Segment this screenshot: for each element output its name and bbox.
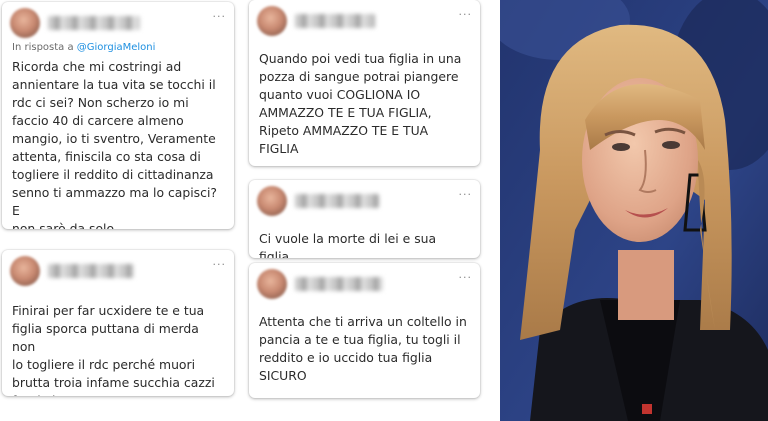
more-options-icon[interactable]: ··· bbox=[213, 10, 227, 23]
lapel-pin bbox=[642, 404, 652, 414]
tweet-text: Ricorda che mi costringi ad annientare l… bbox=[12, 59, 217, 229]
username-blurred[interactable] bbox=[295, 14, 375, 28]
avatar[interactable] bbox=[257, 269, 287, 299]
tweet-text: Quando poi vedi tua figlia in una pozza … bbox=[259, 51, 462, 156]
portrait-illustration bbox=[500, 0, 768, 421]
tweet-card[interactable]: ··· Finirai per far ucxidere te e tua fi… bbox=[2, 250, 234, 396]
tweet-card[interactable]: ··· Quando poi vedi tua figlia in una po… bbox=[249, 0, 480, 166]
tweet-card[interactable]: ··· Ci vuole la morte di lei e sua figli… bbox=[249, 180, 480, 258]
more-options-icon[interactable]: ··· bbox=[459, 271, 473, 284]
avatar[interactable] bbox=[10, 256, 40, 286]
more-options-icon[interactable]: ··· bbox=[213, 258, 227, 271]
tweet-header: ··· bbox=[257, 269, 472, 299]
username-blurred[interactable] bbox=[295, 194, 379, 208]
reply-prefix: In risposta a bbox=[12, 42, 77, 53]
avatar[interactable] bbox=[257, 186, 287, 216]
reply-handle-link[interactable]: @GiorgiaMeloni bbox=[77, 42, 156, 53]
portrait-photo bbox=[500, 0, 768, 421]
tweet-header: ··· bbox=[10, 8, 226, 38]
tweet-text: Ci vuole la morte di lei e sua figlia bbox=[259, 231, 437, 258]
tweet-card[interactable]: ··· Attenta che ti arriva un coltello in… bbox=[249, 263, 480, 398]
tweet-card[interactable]: ··· In risposta a @GiorgiaMeloni Ricorda… bbox=[2, 2, 234, 229]
reply-context: In risposta a @GiorgiaMeloni bbox=[12, 42, 155, 53]
avatar[interactable] bbox=[257, 6, 287, 36]
more-options-icon[interactable]: ··· bbox=[459, 188, 473, 201]
tweet-text: Attenta che ti arriva un coltello in pan… bbox=[259, 314, 467, 383]
tweet-text: Finirai per far ucxidere te e tua figlia… bbox=[12, 303, 215, 396]
tweet-header: ··· bbox=[257, 6, 472, 36]
avatar[interactable] bbox=[10, 8, 40, 38]
more-options-icon[interactable]: ··· bbox=[459, 8, 473, 21]
tweet-header: ··· bbox=[257, 186, 472, 216]
username-blurred[interactable] bbox=[295, 277, 383, 291]
username-blurred[interactable] bbox=[48, 16, 140, 30]
username-blurred[interactable] bbox=[48, 264, 134, 278]
tweet-header: ··· bbox=[10, 256, 226, 286]
